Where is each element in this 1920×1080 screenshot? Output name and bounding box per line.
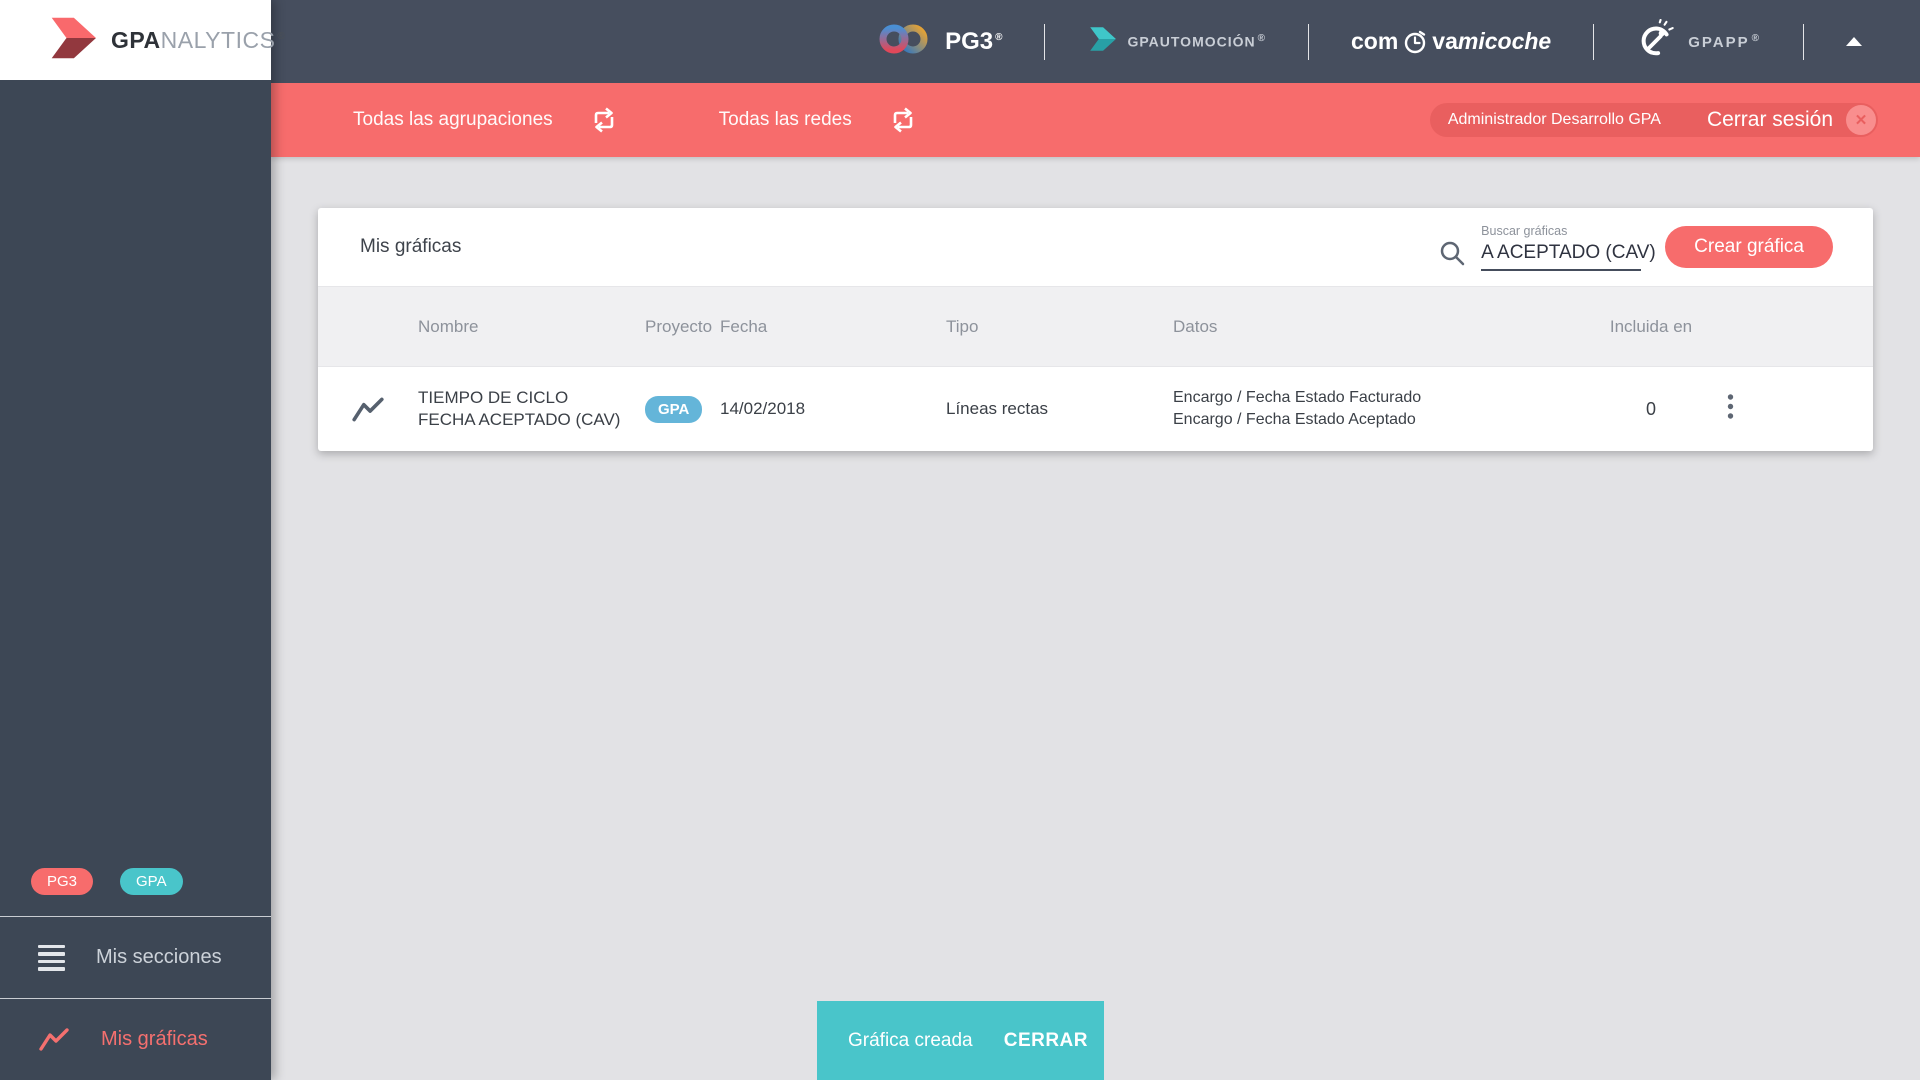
page-title: Mis gráficas [360, 236, 462, 257]
project-badge: GPA [645, 395, 703, 423]
column-header-incluida-en: Incluida en [1609, 316, 1693, 336]
filter-agrupaciones[interactable]: Todas las agrupaciones [353, 106, 619, 134]
swap-icon[interactable] [888, 106, 918, 134]
table-row[interactable]: TIEMPO DE CICLO FECHA ACEPTADO (CAV) GPA… [318, 367, 1873, 451]
brand-gpapp: GPAPP ® [1636, 18, 1761, 64]
table-header-row: Nombre Proyecto Fecha Tipo Datos Incluid… [318, 286, 1873, 367]
badge-pg3[interactable]: PG3 [31, 868, 94, 895]
current-user-label: Administrador Desarrollo GPA [1447, 111, 1661, 128]
column-header-tipo: Tipo [946, 316, 979, 336]
row-menu-kebab-icon[interactable] [1719, 389, 1742, 430]
app-logo-label: GPANALYTICS ® [111, 26, 286, 53]
search-label: Buscar gráficas [1481, 223, 1568, 238]
search-field[interactable]: Buscar gráficas A ACEPTADO (CAV) [1481, 223, 1656, 271]
filter-redes[interactable]: Todas las redes [719, 106, 918, 134]
line-chart-icon [39, 1027, 69, 1051]
brand-comvamicoche-label: com va micoche [1351, 28, 1552, 54]
sections-icon [38, 944, 65, 971]
column-header-fecha: Fecha [720, 316, 768, 336]
clock-icon [1405, 30, 1426, 53]
card-header: Mis gráficas Buscar gráficas A ACEPTADO … [318, 208, 1873, 286]
filter-redes-label: Todas las redes [718, 109, 852, 130]
chart-data-series: Encargo / Fecha Estado Facturado Encargo… [1173, 387, 1593, 432]
filter-agrupaciones-label: Todas las agrupaciones [353, 109, 553, 130]
badge-gpa[interactable]: GPA [120, 868, 183, 895]
filter-bar: Todas las agrupaciones Todas las redes A… [271, 83, 1920, 157]
chart-type-icon [351, 395, 385, 430]
search-icon [1438, 239, 1466, 272]
pg3-infinity-icon [875, 21, 933, 62]
search-input-value: A ACEPTADO (CAV) [1481, 241, 1656, 263]
header-separator [1308, 23, 1309, 60]
brand-pg3: PG3 ® [875, 21, 1002, 62]
gpanalytics-arrow-icon [46, 14, 98, 67]
column-header-nombre: Nombre [418, 316, 479, 336]
top-header: PG3 ® GPAUTOMOCIÓN ® com va micoche GPAP… [271, 0, 1920, 83]
brand-gpapp-label: GPAPP ® [1688, 32, 1761, 51]
toast-message: Gráfica creada [848, 1029, 973, 1051]
sidebar-bottom: PG3 GPA Mis secciones Mis gráficas [0, 868, 271, 1080]
toast-close-button[interactable]: CERRAR [1004, 1030, 1088, 1052]
gpapp-wrench-icon [1636, 18, 1676, 64]
data-series-line2: Encargo / Fecha Estado Aceptado [1173, 411, 1416, 428]
header-separator [1044, 23, 1046, 60]
chart-date: 14/02/2018 [720, 399, 806, 418]
sidebar-item-mis-secciones[interactable]: Mis secciones [0, 917, 271, 998]
sidebar-item-label: Mis gráficas [101, 1028, 208, 1050]
collapse-header-arrow-icon[interactable] [1846, 37, 1862, 46]
included-in-count: 0 [1645, 398, 1656, 419]
chart-type: Líneas rectas [946, 399, 1049, 418]
swap-icon[interactable] [589, 106, 619, 134]
sidebar: GPANALYTICS ® PG3 GPA Mis secciones Mis g… [0, 0, 285, 1080]
search-input[interactable]: A ACEPTADO (CAV) [1481, 242, 1656, 271]
brand-pg3-label: PG3 ® [945, 27, 1003, 55]
data-series-line1: Encargo / Fecha Estado Facturado [1173, 388, 1422, 406]
header-separator [1803, 23, 1804, 60]
brand-gpautomocion: GPAUTOMOCIÓN ® [1087, 25, 1266, 58]
brand-comvamicoche: com va micoche [1351, 28, 1551, 56]
header-separator [1593, 23, 1595, 60]
search-zone: Buscar gráficas A ACEPTADO (CAV) Crear g… [1438, 223, 1833, 272]
sidebar-item-label: Mis secciones [96, 946, 222, 968]
gpautomocion-arrow-icon [1087, 25, 1117, 58]
project-badges: PG3 GPA [0, 868, 271, 916]
logout-button[interactable]: Cerrar sesión [1707, 108, 1833, 132]
logout-x-icon[interactable]: ✕ [1846, 105, 1876, 135]
sidebar-item-mis-graficas[interactable]: Mis gráficas [0, 999, 271, 1080]
user-session-pill: Administrador Desarrollo GPA Cerrar sesi… [1429, 103, 1878, 137]
charts-card: Mis gráficas Buscar gráficas A ACEPTADO … [318, 208, 1873, 451]
column-header-datos: Datos [1173, 316, 1218, 336]
app-logo: GPANALYTICS ® [0, 0, 285, 80]
create-chart-button[interactable]: Crear gráfica [1665, 226, 1833, 268]
chart-name[interactable]: TIEMPO DE CICLO FECHA ACEPTADO (CAV) [418, 387, 645, 432]
brand-gpautomocion-label: GPAUTOMOCIÓN ® [1127, 33, 1266, 50]
toast-snackbar: Gráfica creada CERRAR [817, 1001, 1104, 1080]
column-header-proyecto: Proyecto [645, 316, 713, 336]
